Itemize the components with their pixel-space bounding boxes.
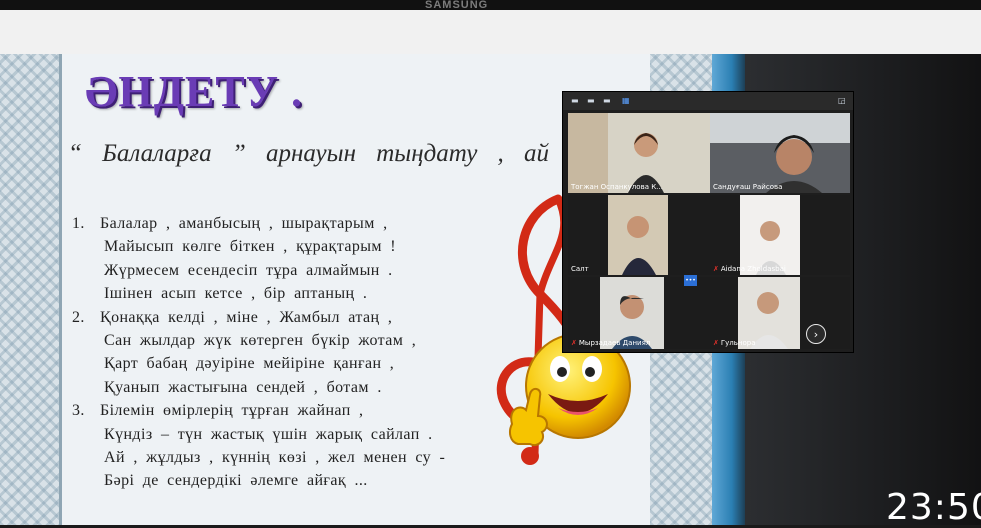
verse-number: 3. <box>72 402 85 420</box>
gallery-view-icon[interactable]: ▦ <box>622 97 630 105</box>
participant-video <box>710 113 850 193</box>
minimize-icon[interactable]: ▬ <box>571 97 579 105</box>
poem-text: 1. Балалар , аманбысың , шырақтарым , Май… <box>72 212 445 493</box>
poem-line-text: Майысып көлге біткен , құрақтарым ! <box>104 238 397 256</box>
poem-line-text: Бәрі де сендердікі әлемге айғақ ... <box>104 472 368 490</box>
participant-name: Салт <box>571 265 589 273</box>
participant-name: ✗ Гульнора <box>713 339 755 347</box>
wall-strip <box>0 10 981 54</box>
video-call-toolbar: ▬ ▬ ▬ ▦ ◲ <box>563 92 853 110</box>
participant-name: ✗ Aidana Zholdasbai <box>713 265 786 273</box>
slide-title: ӘНДЕТУ . <box>85 67 303 116</box>
layout-icon[interactable]: ▬ <box>603 97 611 105</box>
participant-tile[interactable]: ✗ Мырзадаев Даниял <box>568 277 710 349</box>
verse-number: 1. <box>72 215 85 232</box>
participant-name-text: Гульнора <box>720 339 756 347</box>
poem-line: 1. Балалар , аманбысың , шырақтарым , <box>72 212 445 235</box>
participant-video <box>568 195 710 275</box>
participant-tile[interactable]: ✗ Aidana Zholdasbai <box>710 195 850 275</box>
poem-line: 3. Білемін өмірлерің тұрған жайнап , <box>72 399 445 422</box>
poem-line-text: Қонаққа келді , міне , Жамбыл атаң , <box>100 308 393 326</box>
video-call-overlay: ▬ ▬ ▬ ▦ ◲ Тогжан Оспанкулова К... Сандуғ… <box>563 92 853 352</box>
next-page-button[interactable]: › <box>806 324 826 344</box>
status-time: 23:50 <box>886 487 981 528</box>
poem-line: Қарт бабаң дәуіріне мейіріне қанған , <box>72 352 445 375</box>
poem-line-text: Сан жылдар жүк көтерген бүкір жотам , <box>104 332 417 350</box>
poem-line-text: Жүрмесем есендесіп тұра алмаймын . <box>104 261 393 279</box>
poem-line: Күндіз – түн жастық үшін жарық сайлап . <box>72 423 445 446</box>
exit-fullscreen-icon[interactable]: ◲ <box>838 97 846 105</box>
top-bezel <box>0 0 981 10</box>
poem-line-text: Білемін өмірлерің тұрған жайнап , <box>100 402 364 420</box>
poem-line: 2. Қонаққа келді , міне , Жамбыл атаң , <box>72 306 445 329</box>
muted-mic-icon: ✗ <box>713 339 719 347</box>
device-brand: SAMSUNG <box>425 0 489 10</box>
participant-video <box>568 113 710 193</box>
ornament-border-left <box>0 54 62 525</box>
verse-number: 2. <box>72 308 85 326</box>
restore-icon[interactable]: ▬ <box>587 97 595 105</box>
poem-line-text: Балалар , аманбысың , шырақтарым , <box>100 215 388 232</box>
poem-line-text: Ішінен асып кетсе , бір аптаның . <box>104 285 368 303</box>
muted-mic-icon: ✗ <box>571 339 577 347</box>
poem-line: Сан жылдар жүк көтерген бүкір жотам , <box>72 329 445 352</box>
poem-line: Қуанып жастығына сендей , ботам . <box>72 376 445 399</box>
slide-subtitle: “ Балаларға ” арнауын тыңдату , ай <box>68 140 550 167</box>
poem-line: Жүрмесем есендесіп тұра алмаймын . <box>72 259 445 282</box>
more-options-button[interactable]: ••• <box>684 275 697 286</box>
participant-name: Тогжан Оспанкулова К... <box>571 183 663 191</box>
participant-video <box>710 195 850 275</box>
poem-line: Майысып көлге біткен , құрақтарым ! <box>72 235 445 258</box>
poem-line: Бәрі де сендердікі әлемге айғақ ... <box>72 469 445 492</box>
poem-line-text: Қарт бабаң дәуіріне мейіріне қанған , <box>104 355 395 373</box>
participant-name-text: Aidana Zholdasbai <box>720 265 786 273</box>
poem-line-text: Ай , жұлдыз , күннің көзі , жел менен су… <box>104 449 446 467</box>
participant-name-text: Мырзадаев Даниял <box>578 339 651 347</box>
participant-name: ✗ Мырзадаев Даниял <box>571 339 650 347</box>
poem-line: Ай , жұлдыз , күннің көзі , жел менен су… <box>72 446 445 469</box>
participant-tile[interactable]: Сандуғаш Райсова <box>710 113 850 193</box>
participant-tile[interactable]: Тогжан Оспанкулова К... <box>568 113 710 193</box>
poem-line-text: Қуанып жастығына сендей , ботам . <box>104 378 382 396</box>
poem-line: Ішінен асып кетсе , бір аптаның . <box>72 282 445 305</box>
poem-line-text: Күндіз – түн жастық үшін жарық сайлап . <box>104 425 433 443</box>
participant-tile[interactable]: Салт <box>568 195 710 275</box>
participant-tile[interactable]: ✗ Гульнора <box>710 277 850 349</box>
muted-mic-icon: ✗ <box>713 265 719 273</box>
participant-name: Сандуғаш Райсова <box>713 183 783 191</box>
